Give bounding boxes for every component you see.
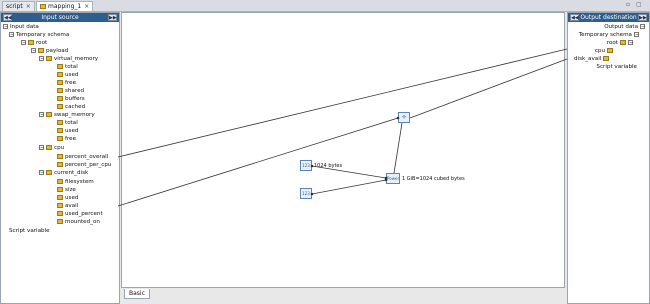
collapse-left-button[interactable]: ◀◀ bbox=[570, 14, 579, 21]
collapse-left-button[interactable]: ◀◀ bbox=[3, 14, 12, 21]
divide-node[interactable]: ÷ bbox=[398, 112, 410, 123]
folder-icon bbox=[46, 170, 52, 175]
tab-mapping-1[interactable]: mapping_1 × bbox=[36, 1, 94, 11]
output-destination-header: ◀◀ Output destination ▶▶ bbox=[568, 13, 649, 22]
tree-disk-avail[interactable]: disk_avail bbox=[574, 55, 611, 63]
tree-leaf[interactable]: used bbox=[57, 71, 78, 79]
tree-leaf[interactable]: shared bbox=[57, 87, 84, 95]
field-icon bbox=[57, 195, 63, 200]
folder-icon bbox=[46, 145, 52, 150]
tree-current-disk[interactable]: − current_disk bbox=[39, 169, 88, 177]
tree-cpu[interactable]: − cpu bbox=[39, 144, 64, 152]
field-icon bbox=[57, 88, 63, 93]
tree-root[interactable]: − root bbox=[21, 39, 47, 47]
tree-input-data[interactable]: − Input data bbox=[3, 23, 39, 31]
folder-icon bbox=[38, 48, 44, 53]
tree-leaf[interactable]: buffers bbox=[57, 95, 85, 103]
field-icon bbox=[57, 203, 63, 208]
tree-avail[interactable]: avail bbox=[57, 202, 78, 210]
tree-cpu[interactable]: cpu bbox=[595, 47, 615, 55]
tree-output-data[interactable]: Output data − bbox=[604, 23, 647, 31]
folder-icon bbox=[46, 56, 52, 61]
tree-percent-overall[interactable]: percent_overall bbox=[57, 153, 108, 161]
minimize-icon[interactable]: ▫ bbox=[626, 1, 630, 8]
field-icon bbox=[57, 120, 63, 125]
tree-leaf[interactable]: used_percent bbox=[57, 210, 103, 218]
tree-payload[interactable]: − payload bbox=[31, 47, 68, 55]
tree-leaf[interactable]: filesystem bbox=[57, 178, 94, 186]
field-icon bbox=[57, 154, 63, 159]
field-icon bbox=[57, 72, 63, 77]
output-destination-panel: ◀◀ Output destination ▶▶ Output data − Te… bbox=[567, 12, 650, 304]
tree-temporary-schema[interactable]: Temporary schema − bbox=[579, 31, 641, 39]
tree-leaf[interactable]: free bbox=[57, 135, 76, 143]
tree-leaf[interactable]: used bbox=[57, 127, 78, 135]
tab-script[interactable]: script × bbox=[2, 1, 35, 11]
field-icon bbox=[57, 136, 63, 141]
field-icon bbox=[57, 64, 63, 69]
constant-label: 1024 bytes bbox=[314, 163, 343, 169]
tree-leaf[interactable]: mounted_on bbox=[57, 218, 100, 226]
expand-right-button[interactable]: ▶▶ bbox=[108, 14, 117, 21]
tree-swap-memory[interactable]: − swap_memory bbox=[39, 111, 95, 119]
collapse-icon[interactable]: − bbox=[39, 145, 44, 151]
folder-icon bbox=[28, 40, 34, 45]
editor-tab-bar: script × mapping_1 × ▫ ▢ bbox=[0, 0, 650, 12]
expand-right-button[interactable]: ▶▶ bbox=[638, 14, 647, 21]
folder-icon bbox=[620, 40, 626, 45]
tree-leaf[interactable]: total bbox=[57, 119, 78, 127]
collapse-icon[interactable]: − bbox=[3, 24, 8, 30]
field-icon bbox=[57, 219, 63, 224]
tree-leaf[interactable]: total bbox=[57, 63, 78, 71]
collapse-icon[interactable]: − bbox=[21, 40, 26, 46]
tree-leaf[interactable]: free bbox=[57, 79, 76, 87]
constant-node-2[interactable]: 123 bbox=[300, 188, 312, 199]
collapse-icon[interactable]: − bbox=[628, 40, 633, 46]
tree-leaf[interactable]: percent_per_cpu bbox=[57, 161, 111, 169]
field-icon bbox=[607, 48, 613, 53]
close-icon[interactable]: × bbox=[84, 3, 89, 10]
field-icon bbox=[57, 162, 63, 167]
maximize-icon[interactable]: ▢ bbox=[636, 1, 642, 8]
tree-leaf[interactable]: size bbox=[57, 186, 76, 194]
input-source-title: Input source bbox=[41, 14, 79, 21]
collapse-icon[interactable]: − bbox=[39, 170, 44, 176]
constant-node-1[interactable]: 123 bbox=[300, 160, 312, 171]
field-icon bbox=[57, 96, 63, 101]
collapse-icon[interactable]: − bbox=[39, 112, 44, 118]
collapse-icon[interactable]: − bbox=[640, 24, 645, 30]
expression-label: 1 GiB=1024 cubed bytes bbox=[402, 176, 465, 182]
mapping-icon bbox=[40, 4, 46, 9]
power-node[interactable]: Power bbox=[386, 173, 400, 184]
input-source-panel: ◀◀ Input source ▶▶ − Input data − Temporar… bbox=[0, 12, 120, 304]
field-icon bbox=[603, 56, 610, 61]
field-icon bbox=[57, 80, 63, 85]
output-destination-title: Output destination bbox=[580, 14, 637, 21]
close-icon[interactable]: × bbox=[26, 3, 31, 10]
folder-icon bbox=[46, 112, 52, 117]
field-icon bbox=[57, 187, 63, 192]
tree-leaf[interactable]: used bbox=[57, 194, 78, 202]
tree-script-variable[interactable]: Script variable bbox=[9, 227, 50, 235]
field-icon bbox=[57, 179, 63, 184]
tree-leaf[interactable]: cached bbox=[57, 103, 85, 111]
tree-temporary-schema[interactable]: − Temporary schema bbox=[9, 31, 69, 39]
input-source-header: ◀◀ Input source ▶▶ bbox=[1, 13, 119, 22]
tab-basic[interactable]: Basic bbox=[124, 289, 150, 299]
field-icon bbox=[57, 211, 63, 216]
mapping-canvas[interactable] bbox=[121, 12, 565, 288]
collapse-icon[interactable]: − bbox=[31, 48, 36, 54]
field-icon bbox=[57, 128, 63, 133]
tree-script-variable[interactable]: Script variable bbox=[596, 63, 637, 71]
tree-root[interactable]: root − bbox=[607, 39, 635, 47]
collapse-icon[interactable]: − bbox=[9, 32, 14, 38]
field-icon bbox=[57, 104, 63, 109]
collapse-icon[interactable]: − bbox=[39, 56, 44, 62]
collapse-icon[interactable]: − bbox=[634, 32, 639, 38]
tree-virtual-memory[interactable]: − virtual_memory bbox=[39, 55, 98, 63]
